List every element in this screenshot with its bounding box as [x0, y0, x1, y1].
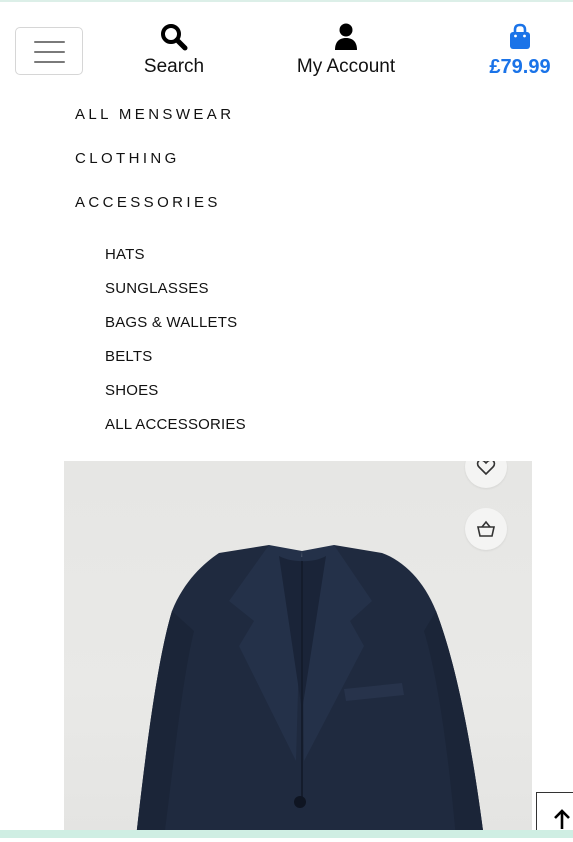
submenu-item-all-accessories[interactable]: ALL ACCESSORIES	[105, 416, 246, 434]
basket-icon	[477, 520, 495, 537]
menu-item-all-menswear[interactable]: ALL MENSWEAR	[75, 106, 234, 124]
my-account-link[interactable]: My Account	[280, 22, 412, 78]
shopping-bag-link[interactable]: £79.99	[480, 22, 560, 78]
hamburger-icon-bar	[34, 41, 65, 43]
search-link[interactable]: Search	[134, 22, 214, 78]
search-icon	[134, 22, 214, 54]
search-label: Search	[143, 56, 205, 77]
menu-item-clothing[interactable]: CLOTHING	[75, 150, 180, 168]
bottom-rule	[0, 830, 573, 838]
user-icon	[280, 22, 412, 54]
my-account-label: My Account	[296, 56, 396, 77]
bag-total: £79.99	[489, 56, 551, 78]
menu-toggle-button[interactable]	[15, 27, 83, 75]
shopping-bag-icon	[480, 22, 560, 54]
hamburger-icon-bar	[34, 51, 65, 53]
menu-item-accessories[interactable]: ACCESSORIES	[75, 194, 221, 212]
jacket-image	[136, 545, 484, 838]
submenu-item-bags-wallets[interactable]: BAGS & WALLETS	[105, 314, 237, 332]
submenu-item-belts[interactable]: BELTS	[105, 348, 152, 366]
submenu-item-hats[interactable]: HATS	[105, 246, 145, 264]
top-rule	[0, 0, 573, 2]
submenu-item-sunglasses[interactable]: SUNGLASSES	[105, 280, 209, 298]
add-to-bag-button[interactable]	[465, 508, 507, 550]
hamburger-icon-bar	[34, 61, 65, 63]
product-image[interactable]	[64, 461, 532, 838]
heart-icon	[476, 461, 496, 476]
submenu-item-shoes[interactable]: SHOES	[105, 382, 159, 400]
